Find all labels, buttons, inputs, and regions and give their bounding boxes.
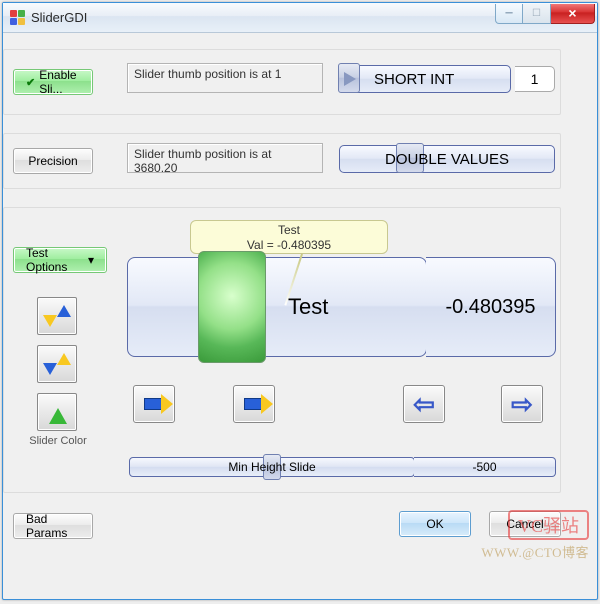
double-status: Slider thumb position is at 3680.20 [127, 143, 323, 173]
precision-label: Precision [28, 154, 77, 168]
window-title: SliderGDI [31, 10, 495, 25]
test-options-button[interactable]: Test Options ▾ [13, 247, 107, 273]
arrows-yellow-blue-button[interactable] [37, 297, 77, 335]
minheight-value: -500 [414, 460, 555, 474]
nav-left-button[interactable]: ⇦ [403, 385, 445, 423]
nav-right-yellow-button-2[interactable] [233, 385, 275, 423]
precision-button[interactable]: Precision [13, 148, 93, 174]
arrows-down-up-icon [45, 303, 69, 329]
window: SliderGDI ─ ☐ × ✔ Enable Sli... Slider t… [2, 2, 598, 600]
test-tooltip: Test Val = -0.480395 [190, 220, 388, 254]
thumb-triangle-icon [339, 64, 361, 94]
nav-right-yellow-button-1[interactable] [133, 385, 175, 423]
app-icon [9, 10, 25, 26]
arrow-up-green-icon [45, 399, 69, 425]
enable-sliders-button[interactable]: ✔ Enable Sli... [13, 69, 93, 95]
test-label: Test [288, 294, 328, 320]
arrow-right-icon: ⇨ [511, 391, 533, 417]
slider-color-caption: Slider Color [23, 435, 93, 447]
test-value-pane: -0.480395 [426, 257, 556, 357]
double-label: DOUBLE VALUES [340, 151, 554, 168]
slider-color-button[interactable] [37, 393, 77, 431]
minheight-label: Min Height Slide [130, 460, 414, 474]
tooltip-title: Test [191, 223, 387, 238]
checkmark-icon: ✔ [26, 76, 35, 88]
shortint-value: 1 [515, 66, 555, 92]
chevron-down-icon: ▾ [88, 253, 94, 267]
arrows-up-down-icon [45, 351, 69, 377]
maximize-button[interactable]: ☐ [523, 4, 551, 24]
close-button[interactable]: × [551, 4, 595, 24]
arrow-left-icon: ⇦ [413, 391, 435, 417]
titlebar[interactable]: SliderGDI ─ ☐ × [3, 3, 597, 33]
arrow-right-colored-icon [244, 398, 264, 410]
arrow-right-colored-icon [144, 398, 164, 410]
minheight-slider[interactable]: Min Height Slide [129, 457, 415, 477]
ok-button[interactable]: OK [399, 511, 471, 537]
bad-params-button[interactable]: Bad Params [13, 513, 93, 539]
test-value: -0.480395 [445, 296, 535, 319]
cancel-button[interactable]: Cancel [489, 511, 561, 537]
ok-label: OK [426, 517, 443, 531]
shortint-status: Slider thumb position is at 1 [127, 63, 323, 93]
shortint-label: SHORT INT [374, 71, 454, 88]
enable-sliders-label: Enable Sli... [39, 68, 80, 96]
minimize-button[interactable]: ─ [495, 4, 523, 24]
double-slider[interactable]: DOUBLE VALUES [339, 145, 555, 173]
test-thumb[interactable] [198, 251, 266, 363]
test-options-label: Test Options [26, 246, 82, 274]
shortint-slider[interactable]: SHORT INT [339, 65, 511, 93]
watermark-line2: WWW.@CTO博客 [481, 542, 589, 561]
minheight-value-pane: -500 [414, 457, 556, 477]
shortint-thumb[interactable] [338, 63, 360, 93]
cancel-label: Cancel [506, 517, 543, 531]
test-slider[interactable]: Test Val = -0.480395 Test [127, 257, 427, 357]
bad-params-label: Bad Params [26, 512, 80, 540]
nav-right-button[interactable]: ⇨ [501, 385, 543, 423]
arrows-blue-yellow-button[interactable] [37, 345, 77, 383]
